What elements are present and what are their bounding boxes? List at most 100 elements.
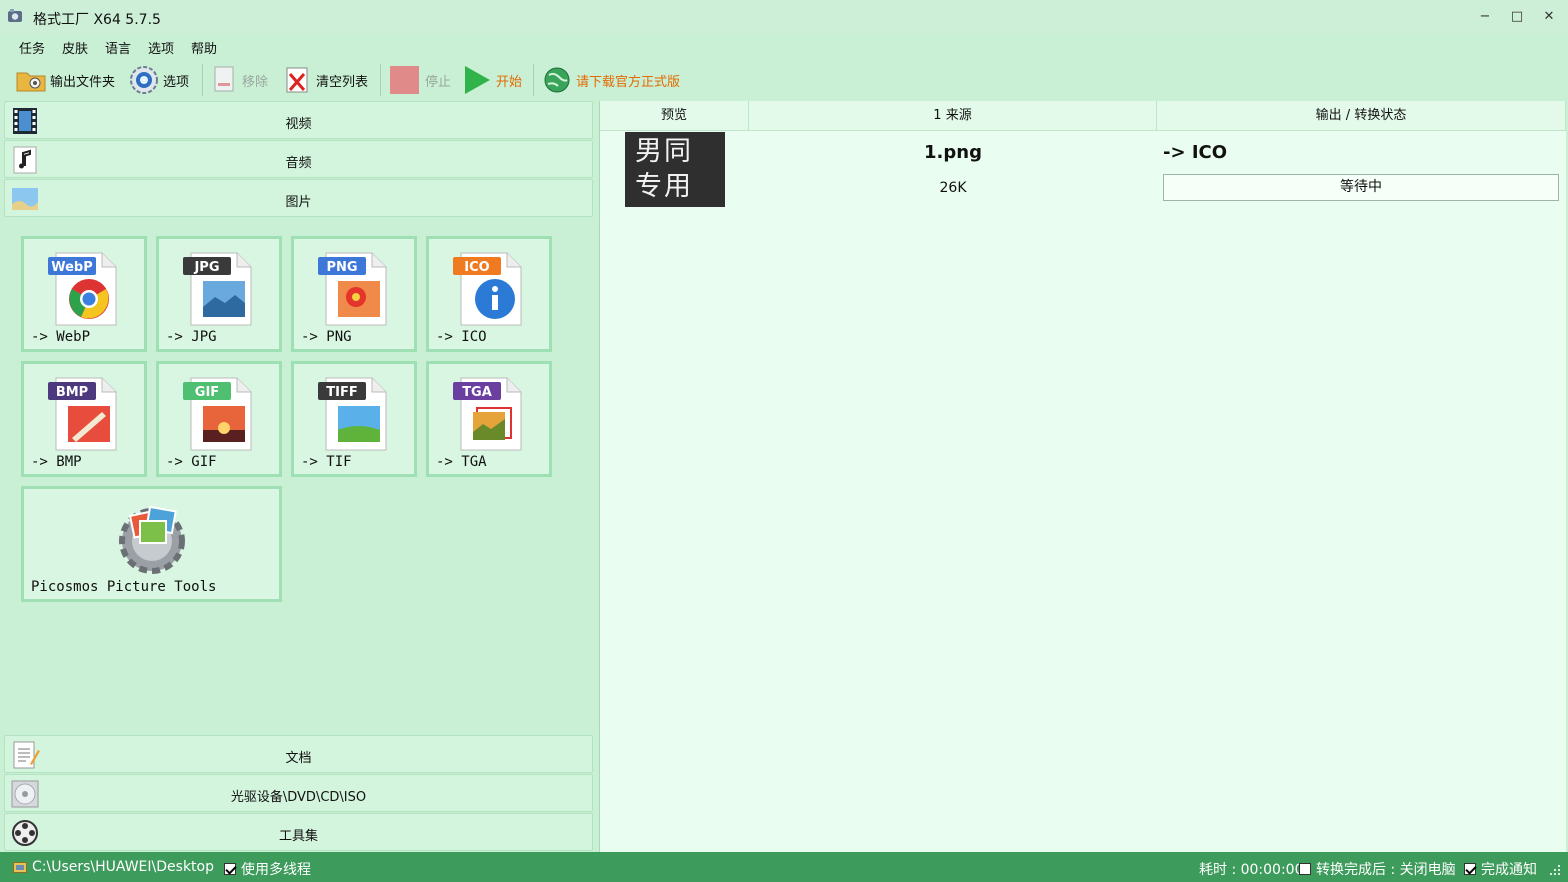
shutdown-after-label: 转换完成后 : 关闭电脑 — [1316, 862, 1456, 878]
source-filename: 1.png — [924, 142, 982, 163]
app-icon — [8, 9, 22, 22]
convert-to-ico-button[interactable]: ICO -> ICO — [426, 236, 552, 352]
start-label: 开始 — [496, 74, 523, 90]
convert-to-tga-button[interactable]: TGA -> TGA — [426, 361, 552, 477]
menu-task[interactable]: 任务 — [19, 38, 45, 57]
clear-list-icon — [286, 67, 308, 93]
category-tools[interactable]: 工具集 — [4, 813, 593, 851]
shutdown-after-toggle[interactable]: 转换完成后 : 关闭电脑 — [1299, 859, 1456, 879]
format-caption: -> JPG — [166, 329, 217, 345]
menu-bar: 任务 皮肤 语言 选项 帮助 — [0, 34, 1568, 58]
menu-help[interactable]: 帮助 — [191, 38, 217, 57]
menu-language[interactable]: 语言 — [105, 38, 131, 57]
notify-label: 完成通知 — [1481, 862, 1537, 878]
notify-toggle[interactable]: 完成通知 — [1464, 859, 1537, 879]
convert-to-bmp-button[interactable]: BMP -> BMP — [21, 361, 147, 477]
column-header-preview[interactable]: 预览 — [600, 101, 749, 131]
convert-to-gif-button[interactable]: GIF -> GIF — [156, 361, 282, 477]
category-tools-label: 工具集 — [278, 829, 318, 844]
format-tag: TIFF — [326, 385, 357, 400]
folder-small-icon — [13, 860, 27, 877]
format-caption: -> BMP — [31, 454, 82, 470]
maximize-button[interactable]: □ — [1506, 6, 1528, 28]
start-button[interactable]: 开始 — [462, 64, 522, 96]
category-document-label: 文档 — [285, 751, 312, 766]
options-button[interactable]: 选项 — [129, 64, 189, 96]
category-document[interactable]: 文档 — [4, 735, 593, 773]
sunset-icon: GIF — [183, 377, 252, 451]
category-disc[interactable]: 光驱设备\DVD\CD\ISO — [4, 774, 593, 812]
download-official-label: 请下载官方正式版 — [576, 74, 681, 90]
picosmos-picture-tools-button[interactable]: Picosmos Picture Tools — [21, 486, 282, 602]
chrome-icon: WebP — [48, 252, 117, 326]
flower-icon: PNG — [318, 252, 387, 326]
multithread-checkbox[interactable] — [224, 863, 236, 875]
window-title: 格式工厂 X64 5.7.5 — [33, 12, 161, 28]
download-official-link[interactable]: 请下载官方正式版 — [542, 64, 680, 96]
picosmos-label: Picosmos Picture Tools — [31, 579, 217, 595]
menu-skin[interactable]: 皮肤 — [62, 38, 88, 57]
preview-text-line: 男同 — [635, 136, 693, 167]
options-gear-icon — [130, 66, 158, 94]
source-filesize: 26K — [939, 180, 967, 196]
clear-list-button[interactable]: 清空列表 — [284, 64, 368, 96]
globe-icon — [544, 67, 570, 93]
output-folder-button[interactable]: 输出文件夹 — [16, 64, 115, 96]
elapsed-time: 耗时 : 00:00:00 — [1199, 862, 1304, 878]
close-button[interactable]: ✕ — [1538, 6, 1560, 28]
format-caption: -> TIF — [301, 454, 352, 470]
shutdown-after-checkbox[interactable] — [1299, 863, 1311, 875]
remove-button[interactable]: 移除 — [212, 64, 268, 96]
play-icon — [465, 66, 490, 94]
remove-label: 移除 — [242, 74, 269, 90]
format-tag: JPG — [193, 260, 219, 275]
preview-text-line: 专用 — [635, 171, 693, 202]
category-audio[interactable]: 音频 — [4, 140, 593, 178]
options-label: 选项 — [163, 74, 190, 90]
task-list: 预览 1 来源 输出 / 转换状态 男同 专用 1.png 26K -> ICO… — [599, 101, 1566, 852]
info-icon: ICO — [453, 252, 522, 326]
output-folder-label: 输出文件夹 — [50, 74, 116, 90]
category-panel: 视频 音频 图片 WebP -> WebP JPG -> JPG PNG -> … — [4, 101, 594, 852]
format-caption: -> PNG — [301, 329, 352, 345]
resize-grip-icon[interactable] — [1549, 864, 1561, 880]
status-bar: C:\Users\HUAWEI\Desktop 使用多线程 耗时 : 00:00… — [0, 852, 1568, 882]
category-disc-label: 光驱设备\DVD\CD\ISO — [230, 790, 367, 805]
field-icon: TIFF — [318, 377, 387, 451]
convert-to-png-button[interactable]: PNG -> PNG — [291, 236, 417, 352]
menu-options[interactable]: 选项 — [148, 38, 174, 57]
format-caption: -> WebP — [31, 329, 91, 345]
multithread-toggle[interactable]: 使用多线程 — [224, 859, 311, 879]
format-tag: PNG — [326, 260, 357, 275]
toolbar-divider — [533, 64, 534, 96]
column-header-source[interactable]: 1 来源 — [749, 101, 1157, 131]
column-header-output-status[interactable]: 输出 / 转换状态 — [1157, 101, 1566, 131]
format-tag: ICO — [464, 260, 489, 275]
table-row[interactable]: 男同 专用 1.png 26K -> ICO 等待中 — [600, 132, 1566, 208]
format-tag: BMP — [56, 385, 88, 400]
stop-icon — [390, 66, 419, 94]
landscape-icon: JPG — [183, 252, 252, 326]
category-image[interactable]: 图片 — [4, 179, 593, 217]
minimize-button[interactable]: − — [1474, 6, 1496, 28]
paint-icon: BMP — [48, 377, 117, 451]
toolbar: 输出文件夹 选项 移除 清空列表 停止 开始 请下载官方正式版 — [0, 60, 1568, 100]
conversion-status: 等待中 — [1163, 174, 1559, 201]
clear-list-label: 清空列表 — [316, 74, 369, 90]
notify-checkbox[interactable] — [1464, 863, 1476, 875]
format-tag: WebP — [51, 260, 93, 275]
remove-icon — [214, 66, 234, 92]
photo-icon: TGA — [453, 377, 522, 451]
toolbar-divider — [202, 64, 203, 96]
current-path[interactable]: C:\Users\HUAWEI\Desktop — [32, 859, 214, 875]
convert-to-jpg-button[interactable]: JPG -> JPG — [156, 236, 282, 352]
convert-to-tif-button[interactable]: TIFF -> TIF — [291, 361, 417, 477]
category-image-label: 图片 — [285, 195, 312, 210]
gear-photos-icon — [119, 505, 185, 574]
format-caption: -> TGA — [436, 454, 487, 470]
category-video[interactable]: 视频 — [4, 101, 593, 139]
multithread-label: 使用多线程 — [241, 862, 311, 878]
convert-to-webp-button[interactable]: WebP -> WebP — [21, 236, 147, 352]
stop-button[interactable]: 停止 — [389, 64, 451, 96]
format-tag: TGA — [462, 385, 492, 400]
